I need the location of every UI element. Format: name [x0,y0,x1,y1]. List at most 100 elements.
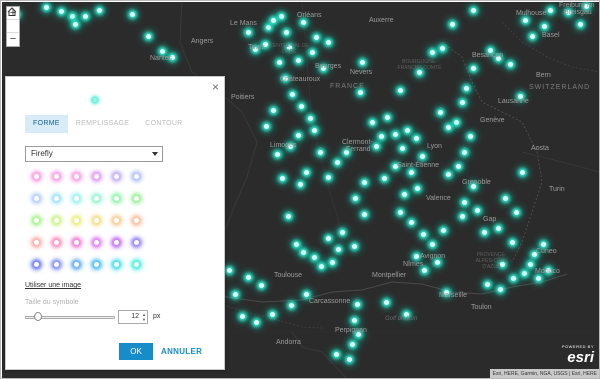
firefly-point [271,18,276,23]
cancel-button[interactable]: ANNULER [161,343,202,360]
stepper-down-icon[interactable]: ▼ [142,317,146,322]
firefly-swatch[interactable] [34,240,39,245]
firefly-point [318,150,323,155]
firefly-point [287,45,292,50]
firefly-point [312,255,317,260]
firefly-point [240,314,245,319]
firefly-point [435,260,440,265]
firefly-point [414,136,419,141]
firefly-point [482,230,487,235]
ok-button[interactable]: OK [119,343,153,360]
tab-forme[interactable]: FORME [25,115,68,133]
firefly-swatch[interactable] [114,218,119,223]
firefly-point [496,56,501,61]
zoom-out-button[interactable]: − [7,33,19,46]
firefly-point [160,49,165,54]
firefly-swatch[interactable] [34,196,39,201]
firefly-point [360,60,365,65]
symbol-style-select[interactable]: Firefly [25,146,163,162]
firefly-swatch[interactable] [134,240,139,245]
firefly-swatch[interactable] [94,218,99,223]
firefly-point [336,247,341,252]
firefly-swatch[interactable] [54,218,59,223]
firefly-swatch[interactable] [114,240,119,245]
firefly-swatch[interactable] [74,196,79,201]
firefly-point [500,262,505,267]
symbol-preview [93,98,97,102]
firefly-point [404,312,409,317]
close-icon[interactable]: × [212,80,219,94]
firefly-point [347,357,352,362]
firefly-point [532,252,537,257]
firefly-point [440,46,445,51]
firefly-swatch[interactable] [54,196,59,201]
firefly-point [530,34,535,39]
firefly-swatch[interactable] [134,262,139,267]
firefly-swatch[interactable] [34,262,39,267]
firefly-point [362,180,367,185]
firefly-point [522,271,527,276]
firefly-swatch[interactable] [74,240,79,245]
firefly-point [542,24,547,29]
firefly-point [358,90,363,95]
firefly-swatch[interactable] [134,196,139,201]
firefly-point [330,260,335,265]
firefly-point [528,262,533,267]
firefly-point [130,12,135,17]
firefly-swatch[interactable] [94,240,99,245]
firefly-point [298,182,303,187]
symbol-size-stepper[interactable]: 12 ▲ ▼ [118,310,148,324]
firefly-swatch[interactable] [94,196,99,201]
firefly-point [444,290,449,295]
map-attribution[interactable]: Esri, HERE, Garmin, NGA, USGS | Esri, HE… [489,369,599,378]
firefly-point [503,196,508,201]
firefly-point [420,154,425,159]
firefly-swatch[interactable] [114,196,119,201]
tab-contour[interactable]: CONTOUR [137,115,190,133]
firefly-point [379,134,384,139]
firefly-point [289,303,294,308]
firefly-point [352,318,357,323]
firefly-point [310,50,315,55]
firefly-point [170,55,175,60]
firefly-swatch[interactable] [94,174,99,179]
firefly-swatch[interactable] [134,218,139,223]
firefly-point [382,176,387,181]
firefly-point [511,276,516,281]
firefly-swatch[interactable] [54,262,59,267]
firefly-swatch[interactable] [74,262,79,267]
firefly-point [59,9,64,14]
firefly-point [398,88,403,93]
home-button[interactable] [7,7,19,33]
firefly-point [344,150,349,155]
firefly-point [290,92,295,97]
firefly-point [566,10,571,15]
firefly-swatch[interactable] [134,174,139,179]
firefly-point [468,134,473,139]
firefly-swatch[interactable] [54,174,59,179]
firefly-swatch[interactable] [34,218,39,223]
firefly-swatch[interactable] [114,262,119,267]
firefly-point [460,214,465,219]
firefly-swatch[interactable] [74,174,79,179]
firefly-swatch[interactable] [94,262,99,267]
firefly-swatch[interactable] [74,218,79,223]
firefly-point [314,35,319,40]
firefly-point [441,228,446,233]
firefly-point [312,128,317,133]
firefly-point [393,132,398,137]
use-image-link[interactable]: Utiliser une image [25,282,81,289]
firefly-point [446,172,451,177]
firefly-point [308,116,313,121]
firefly-swatch[interactable] [34,174,39,179]
firefly-point [508,62,513,67]
firefly-point [430,242,435,247]
firefly-point [402,192,407,197]
firefly-point [520,170,525,175]
tab-remplissage[interactable]: REMPLISSAGE [68,115,137,133]
firefly-point [471,66,476,71]
firefly-swatch[interactable] [114,174,119,179]
symbol-size-slider-handle[interactable] [34,312,42,321]
firefly-point [450,22,455,27]
firefly-swatch[interactable] [54,240,59,245]
